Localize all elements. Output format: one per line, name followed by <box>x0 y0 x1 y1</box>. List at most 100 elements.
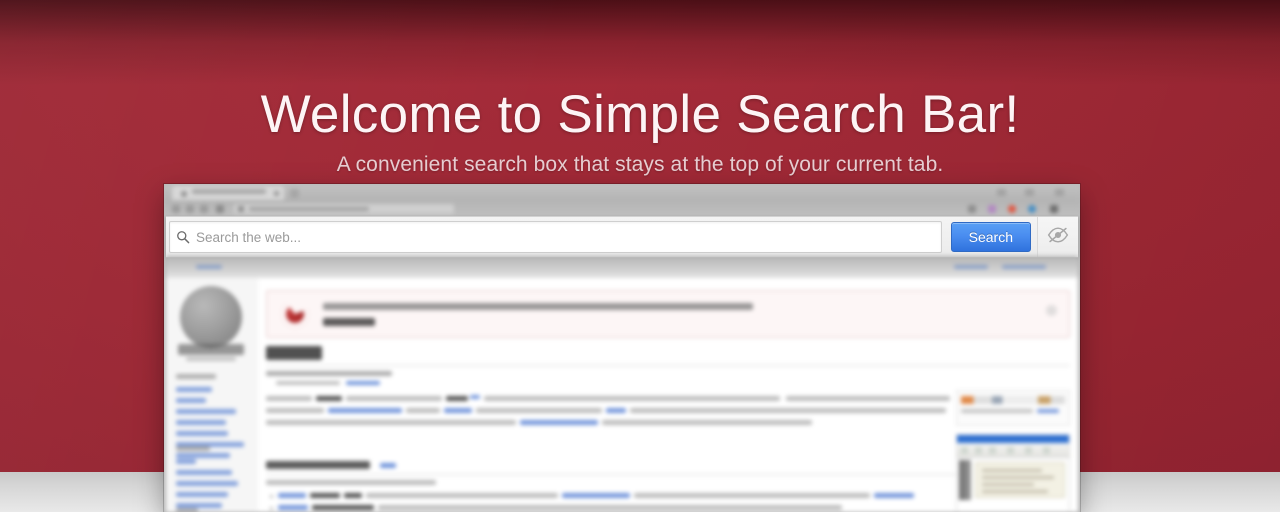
hide-search-bar-button[interactable] <box>1037 217 1078 257</box>
personal-tool-link[interactable] <box>1002 265 1046 269</box>
article-subtitle-link[interactable] <box>346 381 380 385</box>
inline-link[interactable] <box>444 408 472 413</box>
wikipedia-globe-icon[interactable] <box>180 286 242 348</box>
hero-text-block: Welcome to Simple Search Bar! A convenie… <box>0 0 1280 178</box>
sidebar-item-help[interactable] <box>176 459 196 464</box>
thumbnail-tool-icon <box>1043 447 1050 454</box>
address-bar[interactable] <box>234 204 454 214</box>
window-controls <box>982 186 1074 199</box>
list-item-link[interactable] <box>278 505 308 510</box>
browser-window-mockup: Search <box>164 184 1080 512</box>
list-item-text <box>366 493 558 498</box>
arrow-right-icon[interactable] <box>186 205 194 213</box>
paragraph-text <box>786 396 950 401</box>
eye-slash-icon <box>1047 226 1069 249</box>
article-title <box>266 346 322 360</box>
lock-icon <box>238 206 244 212</box>
browser-tab[interactable] <box>172 186 284 200</box>
wikipedia-tagline <box>186 357 236 361</box>
extension-icon-4[interactable] <box>1028 205 1036 213</box>
document-line <box>982 476 1054 479</box>
thumbnail-caption <box>961 409 1033 413</box>
thumbnail-caption-link[interactable] <box>1037 409 1059 413</box>
simple-search-bar: Search <box>166 216 1078 258</box>
sidebar-item-contents[interactable] <box>176 398 206 403</box>
section-edit-link[interactable] <box>380 463 396 468</box>
paragraph-text <box>266 396 312 401</box>
wikipedia-page-content <box>166 256 1078 512</box>
thumbnail-titlebar <box>957 435 1069 443</box>
thumbnail-document <box>975 462 1065 498</box>
search-input-wrapper[interactable] <box>169 221 942 253</box>
close-icon[interactable] <box>1046 305 1057 316</box>
sidebar-group-heading <box>176 508 198 512</box>
new-tab-button[interactable] <box>290 189 299 198</box>
banner-learn-more-link[interactable] <box>323 318 375 326</box>
list-item-bold <box>344 493 362 498</box>
search-input[interactable] <box>196 224 941 250</box>
thumbnail-tool-icon <box>975 447 982 454</box>
thumbnail-tool-icon <box>989 447 996 454</box>
close-icon[interactable] <box>1055 189 1064 196</box>
inline-link[interactable] <box>520 420 598 425</box>
paragraph-text <box>346 396 442 401</box>
thumbnail-tool-icon <box>1007 447 1014 454</box>
thumbnail-toolbar <box>957 444 1069 458</box>
thumbnail-tool-icon <box>961 447 968 454</box>
paragraph-text <box>484 396 780 401</box>
sidebar-item-main-page[interactable] <box>176 387 212 392</box>
wikipedia-article-body <box>258 278 1078 512</box>
wikipedia-banner <box>266 290 1070 338</box>
maximize-icon[interactable] <box>1025 189 1034 196</box>
personal-tool-link[interactable] <box>196 265 222 269</box>
thumbnail-image <box>961 396 1065 404</box>
paragraph-bold-term <box>316 396 342 401</box>
extension-icon-2[interactable] <box>988 205 996 213</box>
list-item-bold <box>312 505 374 510</box>
sidebar-item-recent-changes[interactable] <box>176 492 228 497</box>
sidebar-item-featured-content[interactable] <box>176 409 236 414</box>
extension-icon-3[interactable] <box>1008 205 1016 213</box>
arrow-left-icon[interactable] <box>172 205 180 213</box>
section-heading <box>266 461 370 469</box>
thumbnail-tool-icon <box>1025 447 1032 454</box>
list-item-text <box>634 493 870 498</box>
extension-icon-1[interactable] <box>968 205 976 213</box>
application-window-thumbnail[interactable] <box>956 434 1070 512</box>
menu-icon[interactable] <box>1050 205 1058 213</box>
extension-toolbar <box>952 203 1072 215</box>
sidebar-group-tools <box>176 508 252 512</box>
search-icon <box>170 230 196 244</box>
list-item-bold <box>310 493 340 498</box>
citation-link[interactable] <box>470 395 480 399</box>
thumbnail-side-panel <box>959 460 971 500</box>
inline-link[interactable] <box>328 408 402 413</box>
close-icon[interactable] <box>274 191 279 196</box>
inline-link[interactable] <box>606 408 626 413</box>
sidebar-item-current-events[interactable] <box>176 420 226 425</box>
minimize-icon[interactable] <box>997 189 1006 196</box>
toolbar-screenshot-thumbnail[interactable] <box>956 390 1070 426</box>
paragraph-text <box>476 408 602 413</box>
list-item-link[interactable] <box>278 493 306 498</box>
sidebar-item-random-article[interactable] <box>176 431 228 436</box>
tab-strip <box>168 185 1080 201</box>
reload-icon[interactable] <box>200 205 208 213</box>
sidebar-group-heading <box>176 374 216 379</box>
personal-tool-link[interactable] <box>954 265 988 269</box>
page-subtitle: A convenient search box that stays at th… <box>336 153 944 176</box>
article-subtitle-secondary <box>276 381 340 385</box>
sidebar-item-about-wikipedia[interactable] <box>176 470 232 475</box>
favicon-icon <box>181 191 187 197</box>
banner-text <box>323 303 753 310</box>
list-item-link[interactable] <box>562 493 630 498</box>
sidebar-group-heading <box>176 446 210 451</box>
list-item-text <box>378 505 842 510</box>
thumbnail-body <box>957 458 1069 512</box>
list-item-link[interactable] <box>874 493 914 498</box>
search-button[interactable]: Search <box>950 222 1031 252</box>
sidebar-item-community-portal[interactable] <box>176 481 238 486</box>
paragraph-text <box>266 420 516 425</box>
paragraph-text <box>406 408 440 413</box>
home-icon[interactable] <box>216 205 224 213</box>
